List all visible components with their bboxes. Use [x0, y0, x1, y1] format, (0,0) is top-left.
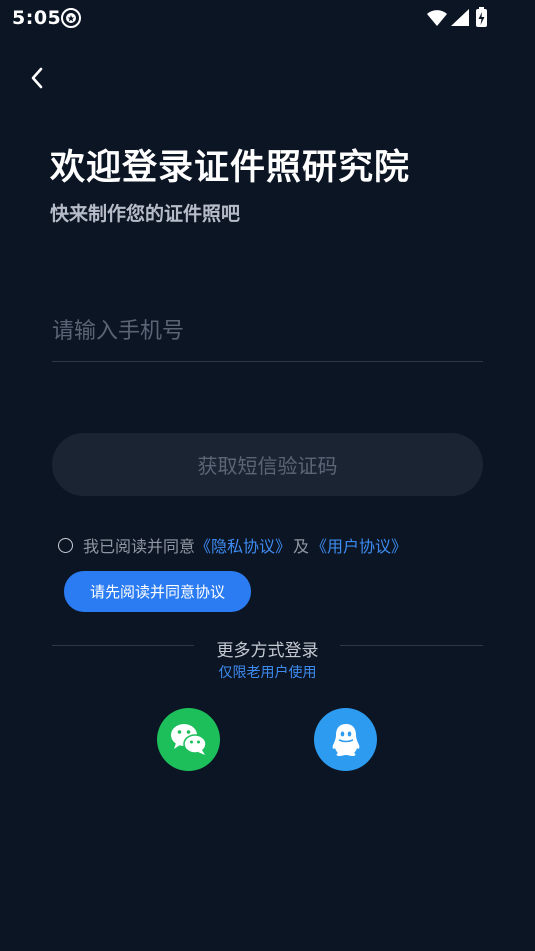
privacy-policy-link[interactable]: 《隐私协议》	[195, 533, 291, 557]
status-time: 5:05	[12, 7, 62, 29]
qq-icon	[332, 723, 359, 756]
agreement-tooltip-text: 请先阅读并同意协议	[89, 583, 225, 601]
agreement-row: 我已阅读并同意 《隐私协议》 及 《用户协议》	[58, 533, 407, 557]
system-status-icons	[427, 7, 487, 27]
phone-number-input[interactable]	[52, 302, 483, 362]
wechat-icon	[170, 723, 207, 755]
user-agreement-link[interactable]: 《用户协议》	[311, 533, 407, 557]
wechat-login-button[interactable]	[157, 708, 220, 771]
back-icon[interactable]	[24, 62, 52, 94]
other-login-title: 更多方式登录	[216, 641, 319, 661]
agreement-tooltip: 请先阅读并同意协议	[64, 571, 251, 612]
agreement-prefix: 我已阅读并同意	[83, 537, 196, 556]
page-title: 欢迎登录证件照研究院	[50, 148, 411, 188]
signal-icon	[451, 9, 469, 26]
shield-badge-icon	[61, 8, 81, 28]
battery-icon	[476, 7, 487, 27]
status-bar: 5:05	[0, 0, 535, 36]
wifi-icon	[427, 10, 447, 26]
agreement-and: 及	[293, 537, 310, 556]
qq-login-button[interactable]	[314, 708, 377, 771]
get-sms-code-label: 获取短信验证码	[197, 454, 338, 478]
page-subtitle: 快来制作您的证件照吧	[50, 203, 241, 225]
old-users-note: 仅限老用户使用	[218, 665, 317, 681]
agreement-checkbox[interactable]	[58, 537, 73, 553]
get-sms-code-button[interactable]: 获取短信验证码	[52, 433, 483, 496]
